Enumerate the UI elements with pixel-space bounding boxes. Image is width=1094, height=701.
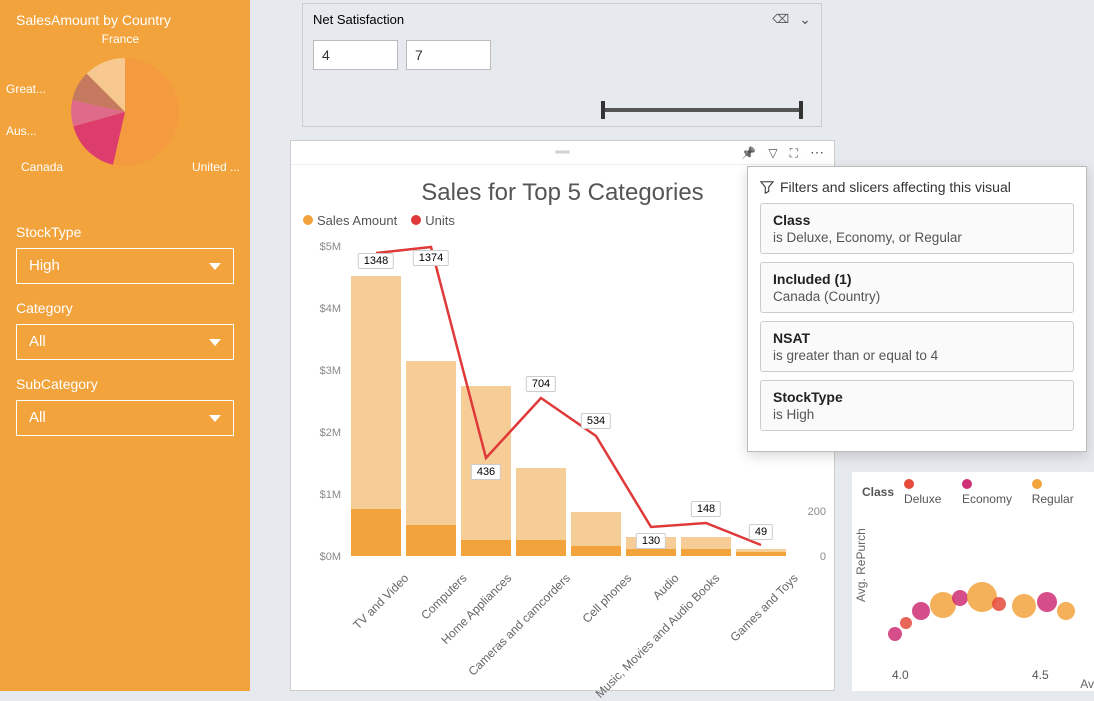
filter-item-included[interactable]: Included (1) Canada (Country)	[760, 262, 1074, 313]
pie-label-france: France	[102, 32, 139, 46]
filter-name-1: Included (1)	[773, 271, 1061, 287]
scatter-legend-name: Class	[862, 485, 894, 499]
nsat-min-input[interactable]	[313, 40, 398, 70]
scatter-xlabel-fragment: Av	[1080, 677, 1094, 691]
filter-icon[interactable]	[768, 144, 777, 162]
dlabel-7: 49	[749, 524, 773, 540]
pie-label-aus: Aus...	[6, 124, 37, 138]
ytick-1: $1M	[301, 489, 341, 501]
scatter-plot: Avg. RePurch 4.0 4.5	[852, 512, 1094, 682]
filter-desc-1: Canada (Country)	[773, 289, 1061, 304]
slider-thumb-max[interactable]	[799, 101, 803, 119]
drag-handle-icon[interactable]: ══	[555, 147, 569, 158]
slicer-subcategory-select[interactable]: All	[16, 400, 234, 436]
dlabel-3: 704	[526, 376, 556, 392]
slicer-category: Category All	[16, 300, 234, 360]
slicer-stocktype: StockType High	[16, 224, 234, 284]
filter-name-2: NSAT	[773, 330, 1061, 346]
scatter-series-1: Economy	[962, 492, 1012, 506]
popup-title-text: Filters and slicers affecting this visua…	[780, 179, 1011, 195]
xcat-3: Cameras and camcorders	[465, 571, 573, 679]
scatter-xtick-0: 4.0	[892, 668, 909, 682]
pie-title: SalesAmount by Country	[16, 12, 234, 28]
dlabel-0: 1348	[358, 253, 394, 269]
scatter-xtick-1: 4.5	[1032, 668, 1049, 682]
filter-item-nsat[interactable]: NSAT is greater than or equal to 4	[760, 321, 1074, 372]
dlabel-4: 534	[581, 413, 611, 429]
slicer-subcategory: SubCategory All	[16, 376, 234, 436]
legend-label-units: Units	[425, 213, 455, 228]
chevron-down-icon[interactable]	[799, 11, 811, 28]
filter-desc-0: is Deluxe, Economy, or Regular	[773, 230, 1061, 245]
scatter-ylabel: Avg. RePurch	[854, 528, 868, 602]
y2tick-1: 200	[808, 506, 826, 518]
slicer-subcategory-label: SubCategory	[16, 376, 234, 392]
xcat-0: TV and Video	[350, 571, 411, 632]
filter-item-class[interactable]: Class is Deluxe, Economy, or Regular	[760, 203, 1074, 254]
filter-name-0: Class	[773, 212, 1061, 228]
pie-label-great: Great...	[6, 82, 46, 96]
ytick-4: $4M	[301, 303, 341, 315]
dlabel-2: 436	[471, 464, 501, 480]
slicer-category-select[interactable]: All	[16, 324, 234, 360]
slicer-category-label: Category	[16, 300, 234, 316]
more-options-icon[interactable]	[810, 144, 824, 162]
dlabel-6: 148	[691, 501, 721, 517]
chevron-down-icon	[209, 339, 221, 346]
eraser-icon[interactable]	[772, 11, 789, 28]
chevron-down-icon	[209, 415, 221, 422]
ytick-3: $3M	[301, 365, 341, 377]
pie-svg	[65, 52, 185, 172]
sidebar: SalesAmount by Country France Great... A…	[0, 0, 250, 691]
pie-chart[interactable]: France Great... Aus... Canada United ...	[16, 32, 234, 192]
chevron-down-icon	[209, 263, 221, 270]
filter-item-stocktype[interactable]: StockType is High	[760, 380, 1074, 431]
legend-label-sales: Sales Amount	[317, 213, 397, 228]
filter-desc-3: is High	[773, 407, 1061, 422]
focus-mode-icon[interactable]	[790, 144, 798, 162]
funnel-icon	[760, 180, 774, 194]
scatter-legend: Class Deluxe Economy Regular	[852, 472, 1094, 512]
xcat-7: Games and Toys	[727, 571, 800, 644]
nsat-slider[interactable]	[603, 108, 801, 112]
nsat-max-input[interactable]	[406, 40, 491, 70]
filter-name-3: StockType	[773, 389, 1061, 405]
dlabel-5: 130	[636, 533, 666, 549]
legend-dot-sales	[303, 215, 313, 225]
net-satisfaction-title: Net Satisfaction	[313, 12, 404, 27]
legend-dot-units	[411, 215, 421, 225]
slicer-stocktype-label: StockType	[16, 224, 234, 240]
slicer-subcategory-value: All	[29, 401, 46, 435]
scatter-series-2: Regular	[1032, 492, 1074, 506]
slicer-stocktype-value: High	[29, 249, 60, 283]
slicer-stocktype-select[interactable]: High	[16, 248, 234, 284]
filter-desc-2: is greater than or equal to 4	[773, 348, 1061, 363]
scatter-series-0: Deluxe	[904, 492, 941, 506]
xcat-4: Cell phones	[580, 571, 635, 626]
pie-label-united: United ...	[192, 160, 240, 174]
xcat-5: Audio	[650, 571, 682, 603]
pie-label-canada: Canada	[21, 160, 63, 174]
pin-icon[interactable]	[741, 144, 756, 162]
dlabel-1: 1374	[413, 250, 449, 266]
y2tick-0: 0	[820, 551, 826, 563]
ytick-5: $5M	[301, 241, 341, 253]
scatter-visual[interactable]: Class Deluxe Economy Regular Avg. RePurc…	[852, 472, 1094, 691]
ytick-2: $2M	[301, 427, 341, 439]
filters-popup: Filters and slicers affecting this visua…	[747, 166, 1087, 452]
ytick-0: $0M	[301, 551, 341, 563]
slicer-category-value: All	[29, 325, 46, 359]
net-satisfaction-slicer: Net Satisfaction	[302, 3, 822, 127]
slider-thumb-min[interactable]	[601, 101, 605, 119]
